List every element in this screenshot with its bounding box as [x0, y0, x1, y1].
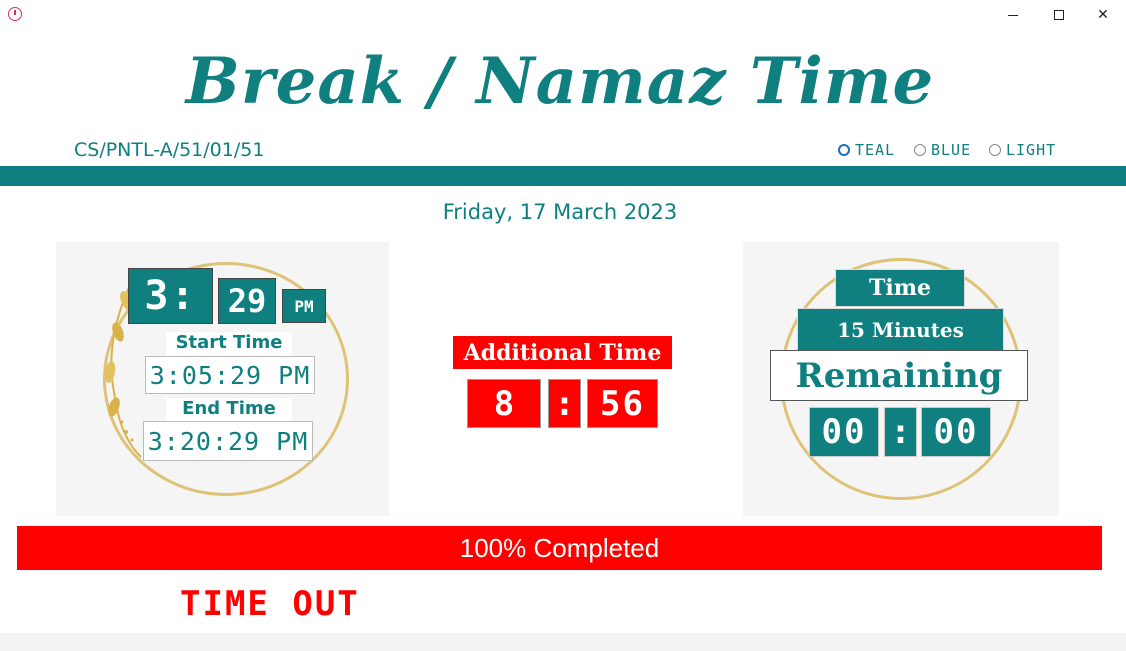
- theme-label-blue: BLUE: [931, 141, 972, 159]
- remaining-seconds: 00: [921, 407, 991, 457]
- radio-light[interactable]: [989, 144, 1001, 156]
- clock-minute: 29: [218, 278, 276, 324]
- close-icon: ✕: [1097, 7, 1109, 23]
- theme-option-blue[interactable]: BLUE: [914, 141, 971, 159]
- page-title: Break / Namaz Time: [185, 44, 935, 119]
- reference-code: CS/PNTL-A/51/01/51: [74, 139, 265, 161]
- status-text: TIME OUT: [180, 584, 360, 624]
- start-time-value: 3:05:29 PM: [145, 356, 315, 394]
- maximize-icon: [1054, 10, 1064, 20]
- remaining-separator: :: [884, 407, 917, 457]
- progress-bar: 100% Completed: [17, 526, 1102, 570]
- minimize-icon: [1008, 14, 1018, 16]
- header-divider: [0, 166, 1126, 186]
- additional-separator: :: [548, 379, 581, 428]
- current-date: Friday, 17 March 2023: [442, 200, 678, 224]
- title-bar: [0, 0, 1126, 30]
- minimize-button[interactable]: [990, 0, 1036, 30]
- clock-hour: 3:: [128, 268, 213, 324]
- additional-minutes: 8: [467, 379, 541, 428]
- duration-tag: 15 Minutes: [797, 308, 1004, 351]
- progress-text: 100% Completed: [459, 532, 660, 563]
- additional-seconds: 56: [587, 379, 658, 428]
- time-tag: Time: [835, 269, 965, 307]
- bottom-strip: [0, 633, 1126, 651]
- clock-ampm: PM: [282, 289, 326, 323]
- maximize-button[interactable]: [1036, 0, 1082, 30]
- theme-label-light: LIGHT: [1006, 141, 1057, 159]
- radio-blue[interactable]: [914, 144, 926, 156]
- theme-option-light[interactable]: LIGHT: [989, 141, 1056, 159]
- theme-label-teal: TEAL: [855, 141, 896, 159]
- end-time-label: End Time: [166, 398, 292, 422]
- close-button[interactable]: ✕: [1080, 0, 1126, 30]
- remaining-label: Remaining: [770, 350, 1028, 401]
- theme-option-teal[interactable]: TEAL: [838, 141, 895, 159]
- clock-icon: [8, 7, 22, 21]
- radio-teal[interactable]: [838, 144, 850, 156]
- remaining-minutes: 00: [809, 407, 879, 457]
- start-time-label: Start Time: [166, 332, 292, 356]
- additional-time-label: Additional Time: [453, 336, 672, 369]
- end-time-value: 3:20:29 PM: [143, 421, 313, 461]
